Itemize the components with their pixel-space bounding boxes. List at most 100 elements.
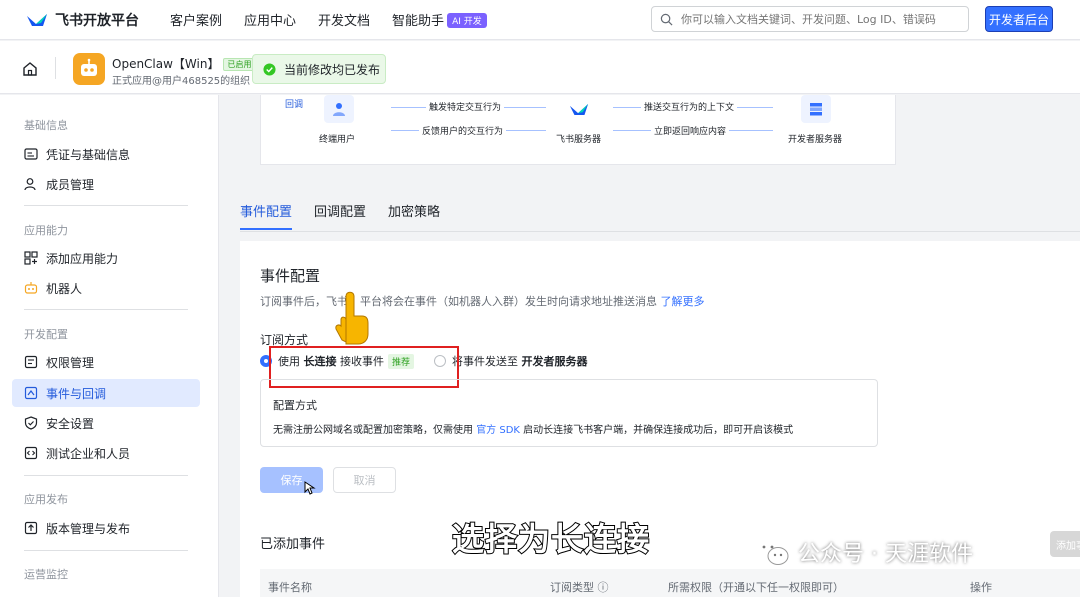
learn-more-link[interactable]: 了解更多 (661, 295, 705, 308)
sidebar-item-label: 机器人 (46, 281, 83, 296)
end-user-label: 终端用户 (319, 135, 356, 145)
sidebar-item-bot[interactable]: 机器人 (12, 274, 200, 302)
sidebar-item-events-callbacks[interactable]: 事件与回调 (12, 379, 200, 407)
config-method-text: 无需注册公网域名或配置加密策略，仅需使用 官方 SDK 启动长连接飞书客户端，并… (273, 421, 793, 436)
sidebar-divider (24, 309, 188, 310)
feishu-bird-icon (27, 13, 47, 26)
section-description: 订阅事件后，飞书 平台将会在事件（如机器人入群）发生时向请求地址推送消息 了解更多 (260, 293, 705, 309)
search-icon (660, 13, 673, 25)
sidebar-item-label: 事件与回调 (46, 386, 107, 401)
feishu-logo[interactable]: 飞书开放平台 (26, 10, 166, 30)
brand-name: 飞书开放平台 (55, 12, 139, 29)
tab-encryption[interactable]: 加密策略 (388, 201, 440, 230)
app-name-text: OpenClaw【Win】 (112, 57, 220, 71)
sidebar-group-monitoring: 运营监控 (24, 568, 68, 581)
cfg-text-post: 启动长连接飞书客户端，并确保连接成功后，即可开启该模式 (523, 425, 794, 436)
sidebar-item-label: 添加应用能力 (46, 251, 119, 266)
sidebar-group-capability: 应用能力 (24, 224, 68, 237)
wechat-icon (756, 539, 789, 565)
check-circle-icon (263, 62, 276, 76)
enabled-tag: 已启用 (223, 58, 256, 71)
option2-pre: 将事件发送至 (452, 355, 519, 368)
nav-customer-cases[interactable]: 客户案例 (170, 10, 222, 29)
cancel-button[interactable]: 取消 (333, 467, 396, 493)
sidebar-item-label: 测试企业和人员 (46, 446, 131, 461)
sidebar-item-credentials[interactable]: 凭证与基础信息 (12, 140, 200, 168)
nav-app-center[interactable]: 应用中心 (244, 10, 296, 29)
config-method-box: 配置方式 无需注册公网域名或配置加密策略，仅需使用 官方 SDK 启动长连接飞书… (260, 379, 878, 447)
search-input[interactable] (681, 12, 961, 26)
arrow2-top-label: 推送交互行为的上下文 (641, 100, 738, 113)
sidebar-group-release: 应用发布 (24, 493, 68, 506)
sidebar-item-add-capability[interactable]: 添加应用能力 (12, 244, 200, 272)
permission-list-icon (24, 355, 38, 369)
section-title: 事件配置 (260, 267, 321, 285)
publish-status-badge: 当前修改均已发布 (252, 54, 386, 84)
upload-box-icon (24, 521, 38, 535)
mouse-cursor-icon (304, 481, 316, 495)
callback-tag: 回调 (285, 100, 304, 110)
app-name: OpenClaw【Win】 已启用 (112, 55, 256, 72)
desc-text-2: 平台将会在事件（如机器人入群）发生时向请求地址推送消息 (360, 295, 657, 308)
app-org: 正式应用@用户468525的组织 (112, 76, 251, 87)
developer-console-button[interactable]: 开发者后台 (985, 6, 1053, 32)
robot-icon (24, 282, 38, 294)
home-icon[interactable] (22, 61, 38, 77)
sidebar-item-test-tenants[interactable]: 测试企业和人员 (12, 439, 200, 467)
tab-event-config[interactable]: 事件配置 (240, 201, 293, 230)
col-event-name: 事件名称 (268, 581, 312, 594)
callback-flow-diagram: 回调 终端用户 触发特定交互行为 反馈用户的交互行为 飞书服务器 推送交互行为的… (260, 95, 896, 165)
sidebar: 基础信息 凭证与基础信息 成员管理 应用能力 添加应用能力 机器人 开发配置 权… (0, 95, 219, 597)
added-events-title: 已添加事件 (260, 537, 326, 552)
end-user-icon (324, 95, 354, 123)
col-permissions: 所需权限（开通以下任一权限即可） (668, 581, 844, 594)
feishu-server-label: 飞书服务器 (556, 135, 602, 145)
top-navigation: 飞书开放平台 客户案例 应用中心 开发文档 智能助手AI 开发 开发者后台 (0, 0, 1080, 40)
sidebar-divider (24, 475, 188, 476)
publish-status-text: 当前修改均已发布 (284, 62, 381, 77)
feishu-server-icon (564, 95, 594, 123)
sidebar-item-label: 权限管理 (46, 355, 95, 370)
cfg-text-pre: 无需注册公网域名或配置加密策略，仅需使用 (273, 425, 473, 436)
official-sdk-link[interactable]: 官方 SDK (476, 425, 520, 436)
pointing-hand-icon (335, 291, 369, 345)
sidebar-item-label: 安全设置 (46, 416, 95, 431)
events-table-header: 事件名称 订阅类型 ⓘ 所需权限（开通以下任一权限即可） 操作 (260, 569, 1080, 597)
divider (55, 57, 56, 79)
watermark-text: 公众号 · 天涯软件 (798, 542, 973, 567)
sidebar-group-basic: 基础信息 (24, 119, 68, 132)
app-avatar (73, 53, 105, 85)
code-icon (24, 446, 38, 460)
arrow1-bottom-label: 反馈用户的交互行为 (419, 124, 507, 137)
tabs-divider (240, 231, 1080, 232)
sidebar-item-members[interactable]: 成员管理 (12, 170, 200, 198)
dev-server-icon (801, 95, 831, 123)
nav-ai-assistant-label: 智能助手 (392, 14, 445, 29)
video-subtitle: 选择为长连接 (451, 519, 651, 559)
wechat-watermark: 公众号 · 天涯软件 (754, 536, 973, 568)
sidebar-divider (24, 205, 188, 206)
sidebar-item-permissions[interactable]: 权限管理 (12, 348, 200, 376)
sidebar-item-label: 凭证与基础信息 (46, 147, 131, 162)
grid-plus-icon (24, 251, 38, 265)
arrow2-bottom-label: 立即返回响应内容 (651, 124, 730, 137)
col-actions: 操作 (970, 581, 992, 594)
nav-dev-docs[interactable]: 开发文档 (318, 10, 370, 29)
add-event-button[interactable]: 添加事件 (1050, 531, 1080, 557)
nav-ai-assistant[interactable]: 智能助手 AI 开发 (392, 10, 487, 29)
sidebar-divider (24, 550, 188, 551)
config-method-title: 配置方式 (273, 399, 317, 412)
event-icon (24, 386, 38, 400)
shield-icon (24, 416, 38, 430)
sidebar-item-security[interactable]: 安全设置 (12, 409, 200, 437)
sidebar-item-label: 版本管理与发布 (46, 521, 131, 536)
sidebar-item-label: 成员管理 (46, 177, 95, 192)
save-label: 保存 (280, 474, 303, 487)
user-icon (24, 178, 36, 191)
robot-icon (81, 58, 97, 76)
tab-callback-config[interactable]: 回调配置 (314, 201, 366, 230)
sidebar-item-versions[interactable]: 版本管理与发布 (12, 514, 200, 542)
search-box[interactable] (651, 6, 969, 32)
col-subscribe-type: 订阅类型 ⓘ (550, 581, 609, 594)
sidebar-group-dev-config: 开发配置 (24, 328, 68, 341)
